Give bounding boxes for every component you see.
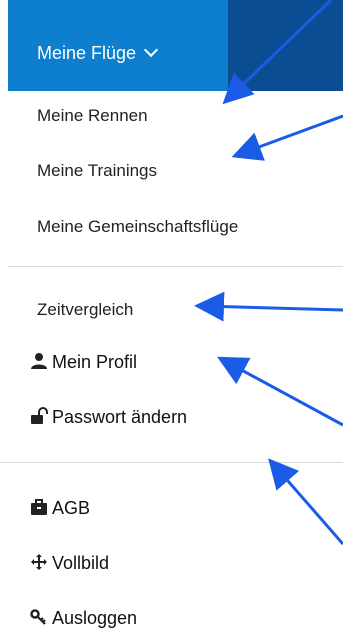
vollbild-label: Vollbild xyxy=(52,553,110,573)
chevron-down-icon xyxy=(143,42,159,58)
menu-item-vollbild[interactable]: Vollbild xyxy=(30,553,109,573)
move-arrows-icon xyxy=(31,554,47,570)
menu-item-meine-gemeinschaftsfluege[interactable]: Meine Gemeinschaftsflüge xyxy=(37,217,238,237)
ausloggen-label: Ausloggen xyxy=(52,608,138,628)
profile-menu-panel xyxy=(0,336,343,633)
navbar-background xyxy=(228,0,343,91)
menu-item-mein-profil[interactable]: Mein Profil xyxy=(30,352,137,372)
meine-fluege-label[interactable]: Meine Flüge xyxy=(37,42,159,64)
key-icon xyxy=(30,609,46,625)
unlock-icon xyxy=(31,407,48,424)
menu-item-agb[interactable]: AGB xyxy=(30,498,90,518)
agb-label: AGB xyxy=(52,498,91,518)
menu-item-ausloggen[interactable]: Ausloggen xyxy=(30,608,137,628)
passwort-aendern-label: Passwort ändern xyxy=(52,407,188,427)
menu-title: Meine Flüge xyxy=(37,43,137,63)
menu-item-zeitvergleich[interactable]: Zeitvergleich xyxy=(37,300,133,320)
profile-menu-divider xyxy=(0,462,343,463)
navbar: Meine Flüge xyxy=(0,0,343,91)
menu-item-meine-trainings[interactable]: Meine Trainings xyxy=(37,161,157,181)
mein-profil-label: Mein Profil xyxy=(52,352,138,372)
screenshot-canvas: Meine Flüge Meine Rennen Meine Trainings… xyxy=(0,0,343,633)
menu-item-passwort-aendern[interactable]: Passwort ändern xyxy=(30,407,187,427)
menu-divider xyxy=(8,266,343,267)
briefcase-icon xyxy=(31,499,47,515)
user-icon xyxy=(31,353,47,369)
menu-item-meine-rennen[interactable]: Meine Rennen xyxy=(37,106,148,126)
